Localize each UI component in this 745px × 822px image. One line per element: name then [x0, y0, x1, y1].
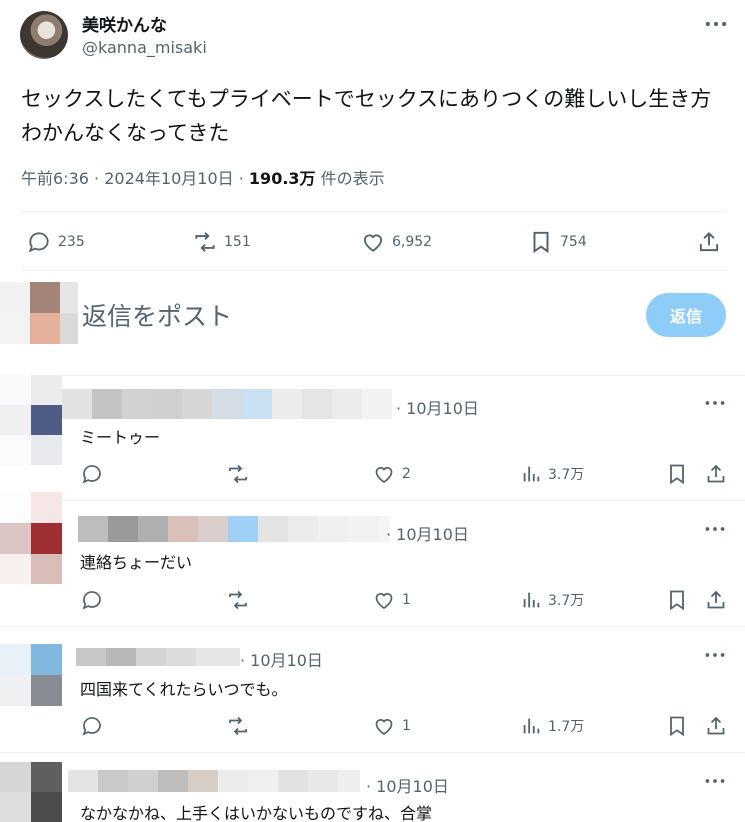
reply-author-name[interactable] [76, 648, 240, 666]
repost-action[interactable]: 151 [192, 229, 251, 255]
divider [0, 752, 745, 753]
views-count: 3.7万 [548, 467, 585, 483]
heart-icon [372, 588, 396, 612]
share-icon[interactable] [704, 462, 728, 486]
share-icon[interactable] [696, 229, 722, 255]
reply-text: 連絡ちょーだい [80, 553, 193, 572]
more-icon[interactable] [702, 642, 728, 668]
repost-count: 151 [224, 234, 251, 250]
views-action[interactable]: 3.7万 [520, 462, 584, 486]
share-icon[interactable] [704, 714, 728, 738]
comment-icon[interactable] [80, 588, 104, 612]
view-label: 件の表示 [320, 169, 385, 188]
views-count: 3.7万 [548, 593, 585, 609]
like-action[interactable]: 6,952 [360, 229, 432, 255]
like-action[interactable]: 1 [372, 714, 411, 738]
tweet-text-line: セックスしたくてもプライベートでセックスにありつくの難しいし生き方 [21, 87, 712, 111]
author-handle[interactable]: @kanna_misaki [82, 38, 207, 57]
bookmark-icon [528, 229, 554, 255]
like-count: 6,952 [392, 234, 433, 250]
reply-author-name[interactable] [78, 516, 390, 542]
repost-icon[interactable] [226, 588, 250, 612]
reply-count: 235 [58, 234, 85, 250]
reply-date-text: 10月10日 [396, 525, 469, 544]
reply-avatar[interactable] [0, 762, 62, 822]
bookmark-icon[interactable] [665, 714, 689, 738]
tweet-time[interactable]: 午前6:36 [21, 169, 89, 188]
bookmark-action[interactable]: 754 [528, 229, 587, 255]
more-icon[interactable] [702, 516, 728, 542]
comment-icon [26, 229, 52, 255]
divider [21, 270, 727, 271]
bookmark-icon[interactable] [665, 588, 689, 612]
reply-date-text: 10月10日 [250, 651, 323, 670]
tweet-meta: 午前6:36 · 2024年10月10日 · 190.3万 件の表示 [21, 169, 385, 188]
reply-date[interactable]: · 10月10日 [240, 647, 323, 671]
my-avatar [0, 282, 78, 344]
divider [0, 375, 745, 376]
author-avatar[interactable] [20, 11, 68, 59]
tweet-date[interactable]: 2024年10月10日 [104, 169, 233, 188]
repost-icon[interactable] [226, 714, 250, 738]
reply-date-text: 10月10日 [406, 399, 479, 418]
tweet-text-line: わかんなくなってきた [21, 121, 230, 145]
divider [0, 626, 745, 627]
reply-date[interactable]: · 10月10日 [396, 395, 479, 419]
reply-input[interactable]: 返信をポスト [82, 297, 232, 333]
heart-icon [372, 462, 396, 486]
like-action[interactable]: 1 [372, 588, 411, 612]
heart-icon [372, 714, 396, 738]
reply-avatar[interactable] [0, 492, 62, 584]
more-icon[interactable] [702, 10, 730, 38]
like-count: 2 [402, 466, 411, 482]
author-name[interactable]: 美咲かんな [82, 11, 167, 36]
divider [0, 500, 745, 501]
tweet-text: セックスしたくてもプライベートでセックスにありつくの難しいし生き方 わかんなくな… [21, 82, 731, 150]
reply-author-name[interactable] [62, 389, 392, 419]
bookmark-icon[interactable] [665, 462, 689, 486]
repost-icon[interactable] [226, 462, 250, 486]
views-icon [520, 588, 542, 612]
more-icon[interactable] [702, 390, 728, 416]
reply-date[interactable]: · 10月10日 [386, 521, 469, 545]
reply-avatar[interactable] [0, 644, 62, 706]
repost-icon [192, 229, 218, 255]
comment-icon[interactable] [80, 714, 104, 738]
bookmark-count: 754 [560, 234, 587, 250]
share-icon[interactable] [704, 588, 728, 612]
reply-avatar[interactable] [0, 375, 62, 465]
more-icon[interactable] [702, 768, 728, 794]
divider [21, 211, 727, 212]
views-action[interactable]: 3.7万 [520, 588, 584, 612]
views-icon [520, 462, 542, 486]
like-count: 1 [402, 592, 411, 608]
reply-author-name[interactable] [68, 770, 360, 792]
like-action[interactable]: 2 [372, 462, 411, 486]
like-count: 1 [402, 718, 411, 734]
views-action[interactable]: 1.7万 [520, 714, 584, 738]
views-icon [520, 714, 542, 738]
reply-action[interactable]: 235 [26, 229, 85, 255]
comment-icon[interactable] [80, 462, 104, 486]
reply-text: ミートゥー [80, 428, 161, 447]
reply-button[interactable]: 返信 [646, 293, 726, 337]
reply-date-text: 10月10日 [376, 777, 449, 796]
views-count: 1.7万 [548, 719, 585, 735]
reply-text: なかなかね、上手くはいかないものですね、合掌 [80, 804, 433, 822]
view-count: 190.3万 [248, 169, 316, 188]
heart-icon [360, 229, 386, 255]
reply-text: 四国来てくれたらいつでも。 [80, 680, 288, 699]
reply-date[interactable]: · 10月10日 [366, 773, 449, 797]
